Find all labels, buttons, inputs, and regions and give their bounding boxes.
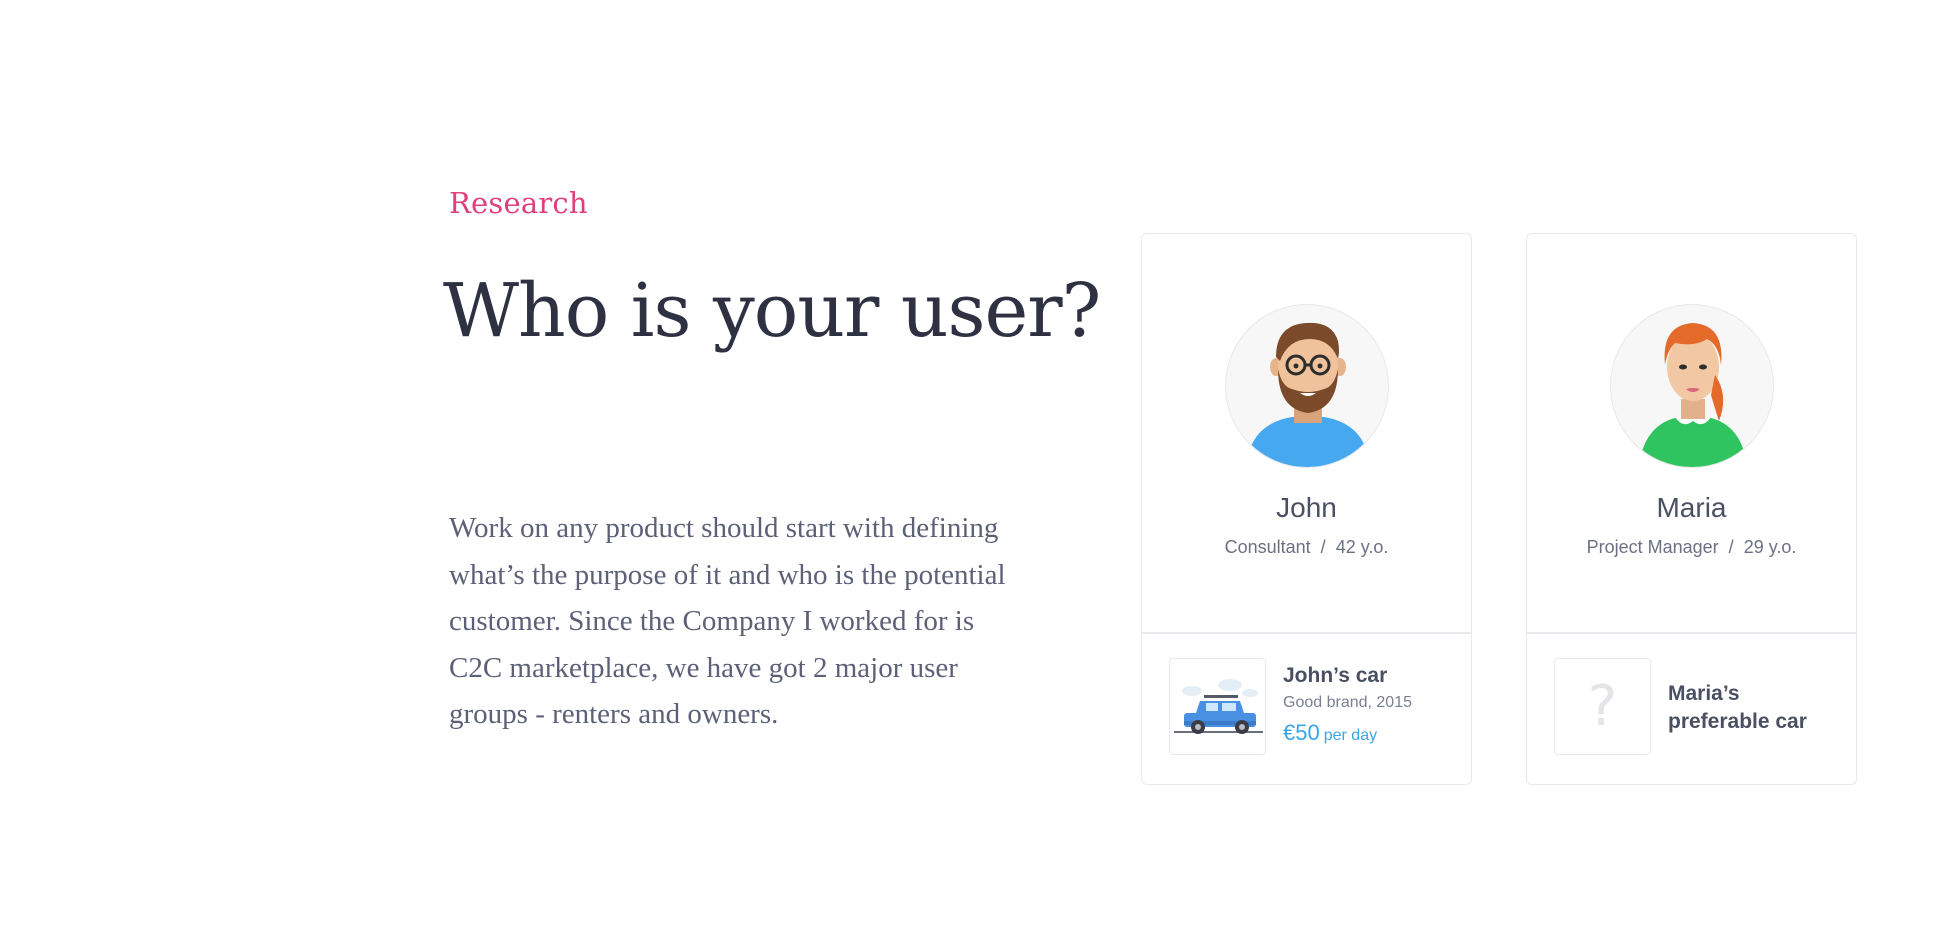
meta-separator: / bbox=[1320, 537, 1326, 557]
card-divider bbox=[1142, 632, 1471, 634]
car-price: €50 per day bbox=[1283, 720, 1412, 746]
car-price-amount: €50 bbox=[1283, 720, 1320, 745]
research-eyebrow: Research bbox=[449, 186, 588, 220]
car-title: Maria’s preferable car bbox=[1668, 682, 1807, 733]
car-info: Maria’s preferable car bbox=[1668, 680, 1828, 736]
bearded-man-avatar-icon bbox=[1225, 304, 1389, 468]
user-name: John bbox=[1276, 492, 1337, 523]
car-price-unit: per day bbox=[1323, 727, 1378, 744]
user-card-maria: Maria Project Manager / 29 y.o. ? Maria’s … bbox=[1526, 233, 1857, 785]
page-title: Who is your user? bbox=[443, 268, 1101, 354]
user-age: 42 y.o. bbox=[1335, 537, 1389, 557]
meta-separator: / bbox=[1728, 537, 1734, 557]
car-title: John’s car bbox=[1283, 664, 1388, 687]
car-placeholder: ? bbox=[1587, 674, 1618, 739]
user-card-john: John Consultant / 42 y.o. John’s car Good … bbox=[1141, 233, 1472, 785]
question-mark-icon: ? bbox=[1554, 658, 1651, 755]
blue-suv-icon bbox=[1169, 658, 1266, 755]
user-role: Project Manager bbox=[1586, 537, 1719, 557]
red-haired-woman-avatar-icon bbox=[1610, 304, 1774, 468]
user-role: Consultant bbox=[1224, 537, 1311, 557]
user-age: 29 y.o. bbox=[1743, 537, 1797, 557]
intro-paragraph: Work on any product should start with de… bbox=[449, 512, 1006, 730]
card-divider bbox=[1527, 632, 1856, 634]
user-meta: Consultant / 42 y.o. bbox=[1142, 537, 1471, 558]
car-info: John’s car Good brand, 2015 €50 per day bbox=[1283, 664, 1412, 746]
car-subtitle: Good brand, 2015 bbox=[1283, 694, 1412, 711]
user-meta: Project Manager / 29 y.o. bbox=[1527, 537, 1856, 558]
user-name: Maria bbox=[1656, 492, 1727, 523]
